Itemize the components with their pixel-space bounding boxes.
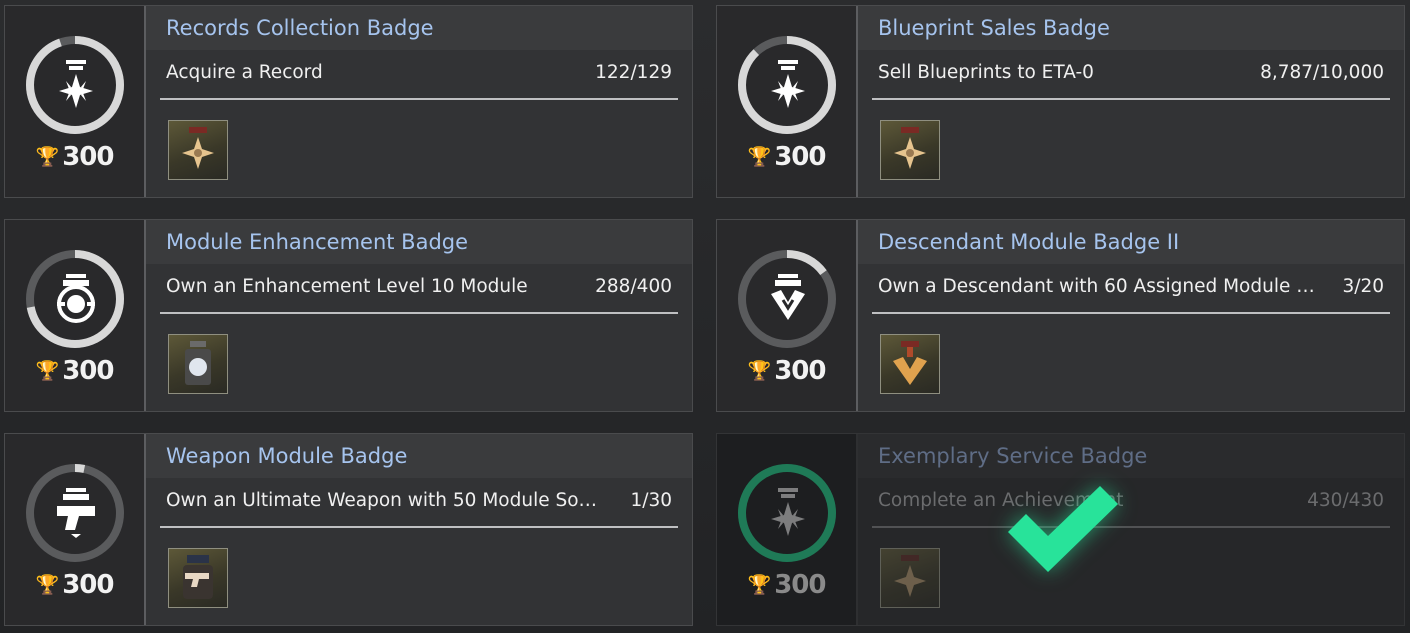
badge-progress-panel: 🏆 300 [5,434,146,625]
badge-card-blueprint-sales[interactable]: 🏆 300 Blueprint Sales Badge Sell Blueprin… [716,5,1405,198]
reward-item[interactable] [168,120,228,180]
task-progress: 288/400 [595,276,672,297]
badge-details: Module Enhancement Badge Own an Enhancem… [146,220,692,411]
badge-title: Weapon Module Badge [146,434,692,478]
points-value: 300 [774,356,826,386]
task-row: Own an Enhancement Level 10 Module 288/4… [166,276,672,297]
badge-details: Exemplary Service Badge Complete an Achi… [858,434,1404,625]
points-value: 300 [774,570,826,600]
gear-medal-icon [57,274,95,323]
task-row: Sell Blueprints to ETA-0 8,787/10,000 [878,62,1384,83]
checkmark-icon [1008,486,1118,572]
divider [872,312,1390,314]
trophy-icon: 🏆 [35,360,60,382]
reward-item[interactable] [168,548,228,608]
task-description: Own a Descendant with 60 Assigned Module… [878,276,1318,297]
divider [160,526,678,528]
task-progress: 430/430 [1307,490,1384,511]
pistol-medal-icon [57,488,95,538]
badge-card-module-enhancement[interactable]: 🏆 300 Module Enhancement Badge Own an Enh… [4,219,693,412]
badge-points: 🏆 300 [717,142,856,172]
task-description: Acquire a Record [166,62,323,83]
badge-details: Blueprint Sales Badge Sell Blueprints to… [858,6,1404,197]
badge-progress-panel: 🏆 300 [717,6,858,197]
gear-medal-reward-icon [185,341,211,385]
badge-points: 🏆 300 [5,356,144,386]
badge-title: Descendant Module Badge II [858,220,1404,264]
badge-points: 🏆 300 [5,142,144,172]
star-medal-reward-icon [182,127,214,169]
pistol-medal-reward-icon [183,555,213,599]
badge-progress-panel: 🏆 300 [5,6,146,197]
badge-points: 🏆 300 [717,570,856,600]
reward-item[interactable] [168,334,228,394]
points-value: 300 [62,570,114,600]
star-medal-reward-icon [894,127,926,169]
badge-points: 🏆 300 [5,570,144,600]
badge-title: Exemplary Service Badge [858,434,1404,478]
chevron-medal-icon [771,274,805,320]
star-medal-reward-icon [894,555,926,597]
badge-details: Weapon Module Badge Own an Ultimate Weap… [146,434,692,625]
badge-progress-panel: 🏆 300 [5,220,146,411]
trophy-icon: 🏆 [35,574,60,596]
chevron-medal-reward-icon [893,341,927,385]
trophy-icon: 🏆 [747,574,772,596]
task-progress: 3/20 [1342,276,1384,297]
divider [160,312,678,314]
task-description: Own an Ultimate Weapon with 50 Module So… [166,490,606,511]
task-description: Own an Enhancement Level 10 Module [166,276,528,297]
badge-details: Descendant Module Badge II Own a Descend… [858,220,1404,411]
badge-card-records-collection[interactable]: 🏆 300 Records Collection Badge Acquire a … [4,5,693,198]
star-medal-icon [771,488,805,536]
star-medal-icon [771,60,805,108]
trophy-icon: 🏆 [35,146,60,168]
task-progress: 1/30 [630,490,672,511]
points-value: 300 [62,356,114,386]
trophy-icon: 🏆 [747,146,772,168]
points-value: 300 [774,142,826,172]
task-row: Complete an Achievement 430/430 [878,490,1384,511]
badge-title: Module Enhancement Badge [146,220,692,264]
points-value: 300 [62,142,114,172]
task-progress: 8,787/10,000 [1260,62,1384,83]
divider [872,526,1390,528]
badge-card-weapon-module[interactable]: 🏆 300 Weapon Module Badge Own an Ultimate… [4,433,693,626]
task-progress: 122/129 [595,62,672,83]
badge-points: 🏆 300 [717,356,856,386]
task-row: Acquire a Record 122/129 [166,62,672,83]
trophy-icon: 🏆 [747,360,772,382]
reward-item[interactable] [880,120,940,180]
divider [160,98,678,100]
star-medal-icon [59,60,93,108]
badge-title: Records Collection Badge [146,6,692,50]
badge-details: Records Collection Badge Acquire a Recor… [146,6,692,197]
task-row: Own an Ultimate Weapon with 50 Module So… [166,490,672,511]
badge-progress-panel: 🏆 300 [717,434,858,625]
badge-title: Blueprint Sales Badge [858,6,1404,50]
task-description: Sell Blueprints to ETA-0 [878,62,1094,83]
badge-card-descendant-module-ii[interactable]: 🏆 300 Descendant Module Badge II Own a De… [716,219,1405,412]
task-row: Own a Descendant with 60 Assigned Module… [878,276,1384,297]
divider [872,98,1390,100]
reward-item[interactable] [880,548,940,608]
reward-item[interactable] [880,334,940,394]
badge-progress-panel: 🏆 300 [717,220,858,411]
